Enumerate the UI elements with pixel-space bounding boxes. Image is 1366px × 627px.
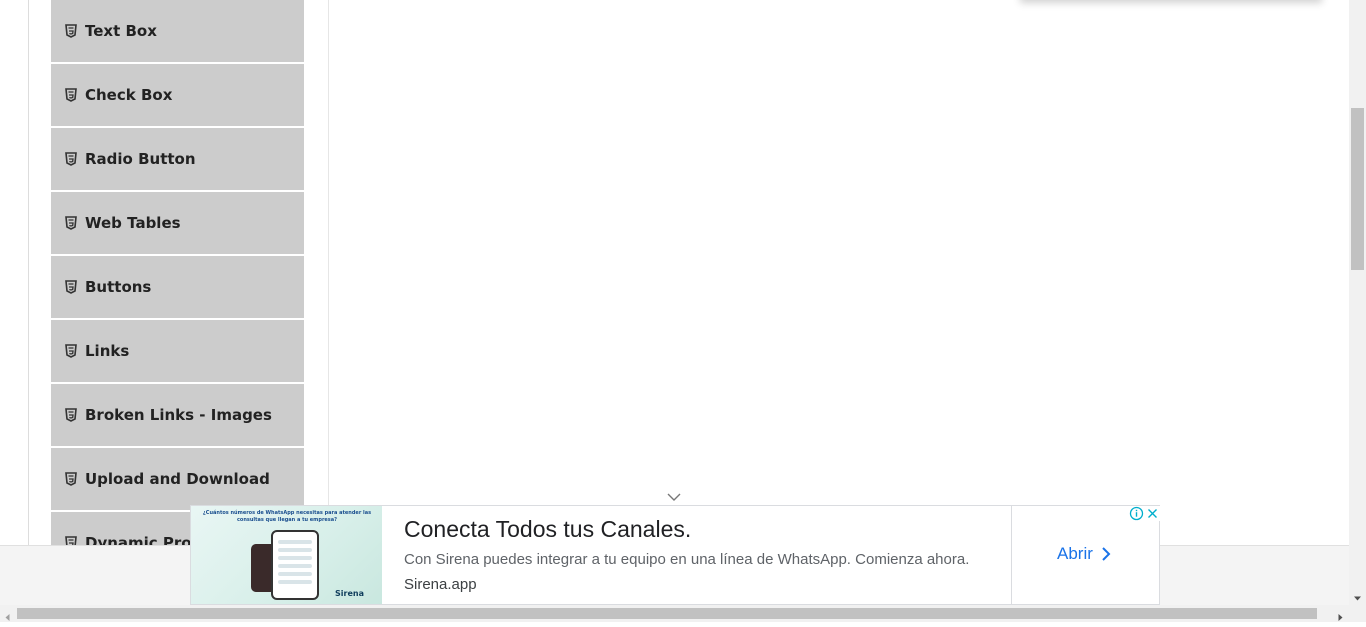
- close-icon[interactable]: [1145, 506, 1160, 521]
- menu-item-label: Upload and Download: [85, 470, 270, 488]
- ad-image-caption: ¿Cuántos números de WhatsApp necesitas p…: [202, 510, 372, 523]
- vertical-scroll-thumb[interactable]: [1351, 108, 1364, 270]
- ad-divider: [1011, 506, 1012, 604]
- html5-icon: [65, 88, 77, 102]
- chat-row: [278, 540, 312, 544]
- html5-icon: [65, 280, 77, 294]
- ad-image[interactable]: ¿Cuántos números de WhatsApp necesitas p…: [191, 506, 382, 604]
- chat-row: [278, 556, 312, 560]
- html5-icon: [65, 536, 77, 545]
- html5-icon: [65, 344, 77, 358]
- ad-open-label: Abrir: [1057, 544, 1093, 563]
- horizontal-scroll-thumb[interactable]: [17, 608, 1317, 619]
- chat-row: [278, 572, 312, 576]
- chevron-down-icon[interactable]: [666, 490, 682, 502]
- chat-row: [278, 548, 312, 552]
- menu-item-label: Links: [85, 342, 130, 360]
- menu-item-radio-button[interactable]: Radio Button: [51, 128, 304, 190]
- ad-banner[interactable]: ¿Cuántos números de WhatsApp necesitas p…: [190, 505, 1160, 605]
- chat-row: [278, 580, 312, 584]
- menu-item-label: Broken Links - Images: [85, 406, 272, 424]
- content-divider: [328, 0, 329, 545]
- ad-open-button[interactable]: Abrir: [1057, 544, 1111, 564]
- phone-illustration: [271, 530, 319, 600]
- menu-item-label: Text Box: [85, 22, 157, 40]
- scroll-right-arrow-icon[interactable]: [1336, 609, 1345, 621]
- vertical-scrollbar[interactable]: [1349, 0, 1366, 605]
- menu-item-broken-links[interactable]: Broken Links - Images: [51, 384, 304, 446]
- ad-description: Con Sirena puedes integrar a tu equipo e…: [404, 551, 970, 568]
- menu-item-label: Radio Button: [85, 150, 196, 168]
- html5-icon: [65, 408, 77, 422]
- menu-item-check-box[interactable]: Check Box: [51, 64, 304, 126]
- ad-title[interactable]: Conecta Todos tus Canales.: [404, 516, 691, 543]
- menu-item-label: Web Tables: [85, 214, 181, 232]
- ad-image-brand: Sirena: [335, 589, 364, 598]
- chat-row: [278, 564, 312, 568]
- html5-icon: [65, 152, 77, 166]
- left-divider: [28, 0, 29, 545]
- menu-item-links[interactable]: Links: [51, 320, 304, 382]
- html5-icon: [65, 24, 77, 38]
- ad-domain[interactable]: Sirena.app: [404, 576, 477, 593]
- menu-item-label: Check Box: [85, 86, 173, 104]
- horizontal-scrollbar[interactable]: [0, 605, 1366, 622]
- menu-item-upload-download[interactable]: Upload and Download: [51, 448, 304, 510]
- menu-item-buttons[interactable]: Buttons: [51, 256, 304, 318]
- menu-item-web-tables[interactable]: Web Tables: [51, 192, 304, 254]
- page-content: Text Box Check Box Radio Button Web Tabl…: [0, 0, 1349, 545]
- menu-item-text-box[interactable]: Text Box: [51, 0, 304, 62]
- chevron-right-icon: [1101, 546, 1111, 562]
- menu-item-label: Buttons: [85, 278, 152, 296]
- html5-icon: [65, 216, 77, 230]
- scroll-down-arrow-icon[interactable]: [1353, 590, 1362, 601]
- html5-icon: [65, 472, 77, 486]
- info-icon[interactable]: [1129, 506, 1144, 521]
- scroll-left-arrow-icon[interactable]: [3, 609, 12, 621]
